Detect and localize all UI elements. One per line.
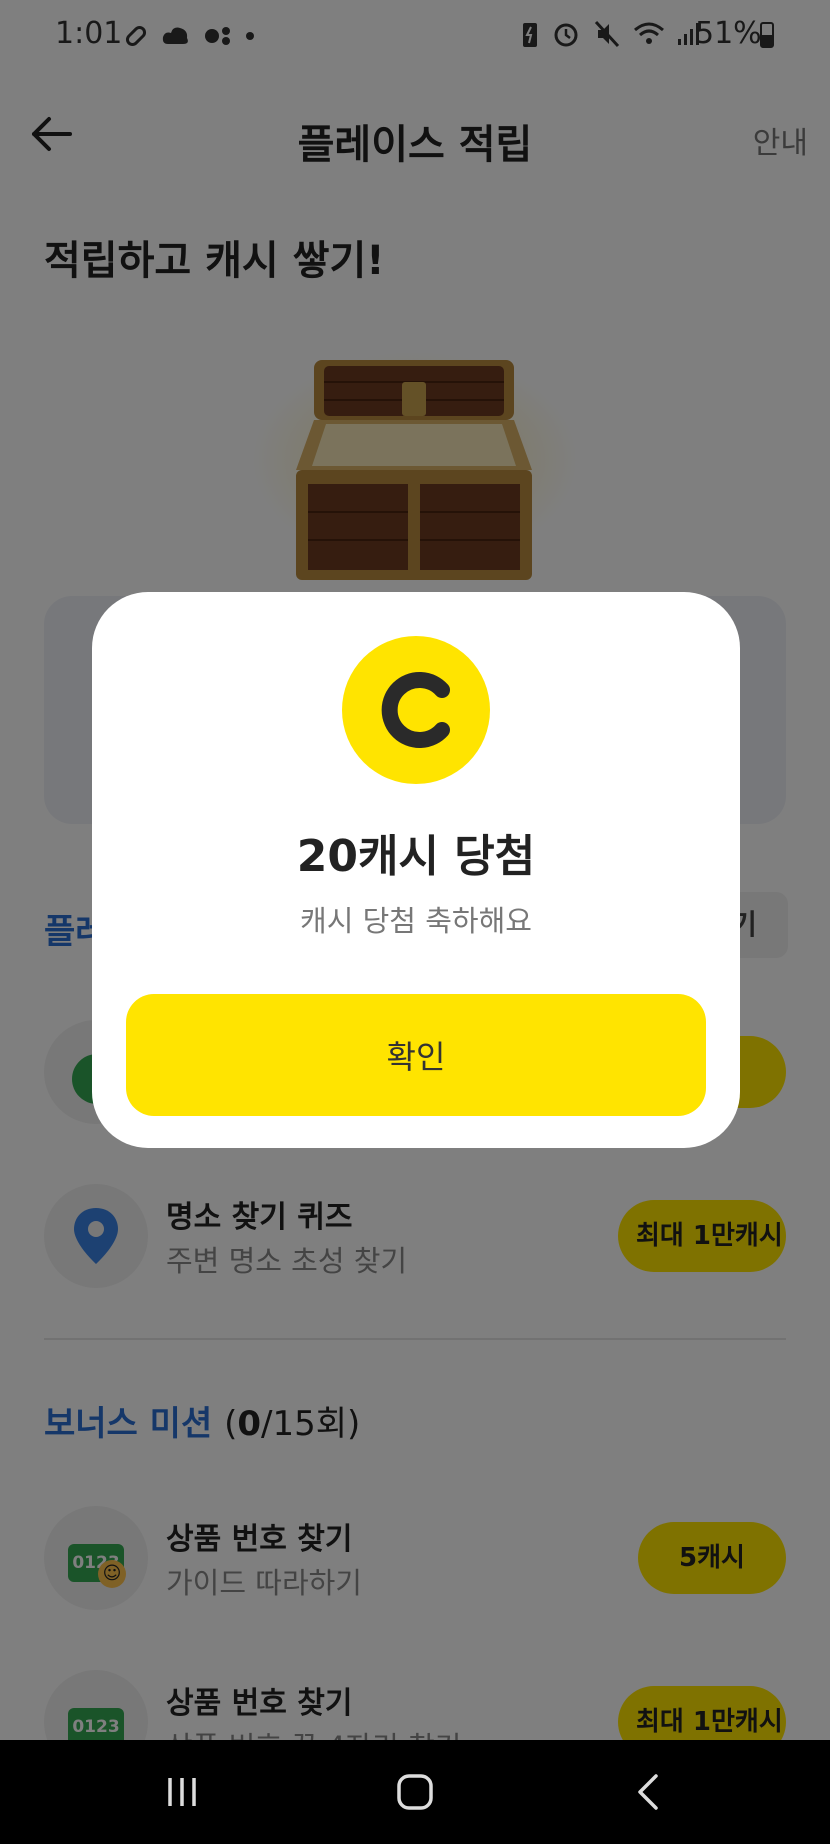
system-navigation-bar (0, 1740, 830, 1844)
coin-letter-icon (381, 672, 450, 748)
recent-apps-icon[interactable] (152, 1762, 212, 1822)
cash-coin-icon (342, 636, 490, 784)
dialog-title: 20캐시 당첨 (296, 831, 536, 882)
dialog-subtitle: 캐시 당첨 축하해요 (300, 904, 532, 938)
home-icon[interactable] (385, 1762, 445, 1822)
confirm-button[interactable]: 확인 (126, 994, 706, 1116)
app-screen: 1:01 51% 플레이스 적립 안내 적립하고 캐시 쌓기! (0, 0, 830, 1740)
back-nav-icon[interactable] (618, 1762, 678, 1822)
win-dialog: 20캐시 당첨 캐시 당첨 축하해요 확인 (92, 592, 740, 1148)
